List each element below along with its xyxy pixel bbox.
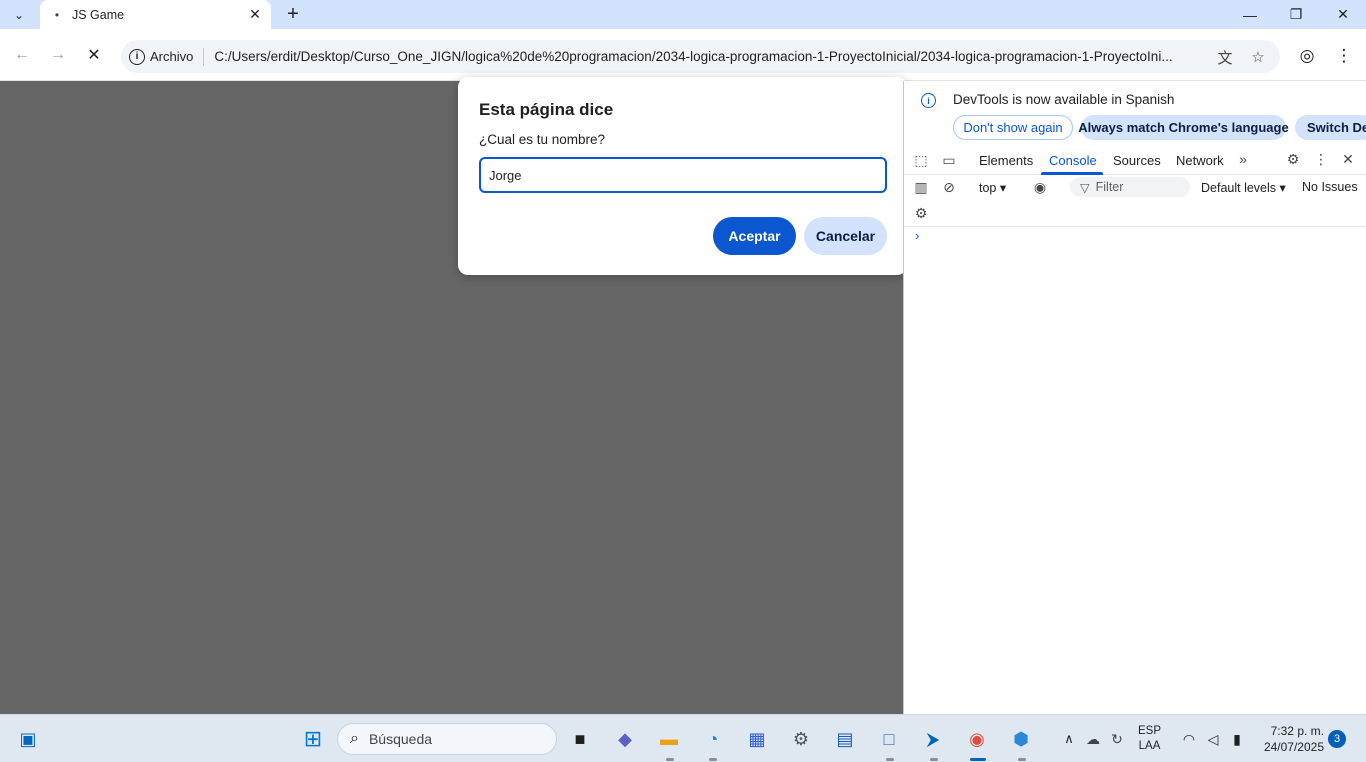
stop-button[interactable]: ✕ — [82, 43, 106, 67]
loading-icon: • — [54, 7, 60, 22]
devtools-language-infobar: i DevTools is now available in Spanish D… — [904, 81, 1366, 145]
back-button[interactable]: ← — [10, 43, 34, 67]
bookmark-star-icon[interactable]: ☆ — [1249, 48, 1267, 66]
url-text[interactable]: C:/Users/erdit/Desktop/Curso_One_JIGN/lo… — [214, 49, 1214, 64]
file-scheme-label: Archivo — [150, 49, 194, 64]
minimize-button[interactable]: ― — [1227, 0, 1273, 29]
cancel-button[interactable]: Cancelar — [804, 217, 887, 255]
notification-badge[interactable]: 3 — [1328, 730, 1346, 748]
sidebar-toggle-icon[interactable]: ▥ — [912, 178, 930, 196]
devtools-panel: i DevTools is now available in Spanish D… — [903, 81, 1366, 714]
switch-devtools-button[interactable]: Switch Dev — [1295, 115, 1366, 140]
console-filter-input[interactable]: ▽ Filter — [1070, 177, 1190, 197]
clock-date: 24/07/2025 — [1263, 740, 1324, 754]
tab-sources[interactable]: Sources — [1113, 153, 1161, 168]
settings-icon[interactable]: ⚙ — [786, 724, 816, 754]
tab-network[interactable]: Network — [1176, 153, 1224, 168]
info-icon: i — [921, 93, 936, 108]
site-info-icon[interactable]: i — [129, 48, 145, 65]
keyboard-layout: LAA — [1138, 740, 1161, 752]
file-explorer-icon[interactable]: ▬ — [654, 724, 684, 754]
settings-gear-icon[interactable]: ⚙ — [1284, 150, 1302, 168]
remote-desktop-icon[interactable]: □ — [874, 724, 904, 754]
tab-close-icon[interactable]: ✕ — [245, 5, 265, 25]
edge-browser-icon[interactable]: ◔ — [698, 724, 728, 754]
search-icon: ⌕ — [350, 730, 359, 747]
browser-toolbar: ← → ✕ i Archivo C:/Users/erdit/Desktop/C… — [0, 29, 1366, 81]
chrome-icon[interactable]: ◉ — [962, 724, 992, 754]
log-levels-dropdown[interactable]: Default levels ▾ — [1201, 180, 1286, 195]
sync-icon[interactable]: ↻ — [1102, 724, 1132, 754]
close-window-button[interactable]: ✕ — [1320, 0, 1366, 29]
vscode-icon[interactable]: ⮞ — [918, 724, 948, 754]
windows-taskbar: ▣ ⊞ ⌕ Búsqueda ■ ◆ ▬ ◔ ▦ ⚙ ▤ □ ⮞ ◉ ⬢ ∧ ☁… — [0, 714, 1366, 762]
more-tabs-chevron-icon[interactable]: » — [1234, 150, 1252, 168]
issues-counter[interactable]: No Issues — [1302, 180, 1358, 194]
widgets-icon[interactable]: ▣ — [13, 724, 43, 754]
browser-tab[interactable]: • JS Game ✕ — [40, 0, 271, 29]
translate-icon[interactable]: 文 — [1216, 48, 1234, 67]
app-icon[interactable]: ⬢ — [1006, 724, 1036, 754]
new-tab-button[interactable]: + — [282, 2, 304, 26]
system-clock[interactable]: 7:32 p. m. 24/07/2025 — [1258, 723, 1324, 755]
levels-label: Default levels — [1201, 181, 1277, 195]
word-icon[interactable]: ▤ — [830, 724, 860, 754]
menu-kebab-icon[interactable]: ⋮ — [1333, 45, 1355, 67]
dialog-message: ¿Cual es tu nombre? — [479, 132, 606, 147]
input-language-indicator[interactable]: ESP LAA — [1138, 724, 1161, 754]
clock-time: 7:32 p. m. — [1270, 724, 1324, 738]
console-prompt-chevron-icon[interactable]: › — [915, 228, 919, 243]
infobar-text: DevTools is now available in Spanish — [953, 92, 1175, 107]
running-indicator — [1018, 758, 1026, 761]
tab-elements[interactable]: Elements — [979, 153, 1033, 168]
running-indicator — [709, 758, 717, 761]
restore-button[interactable]: ❐ — [1273, 0, 1319, 29]
tab-title: JS Game — [72, 7, 125, 22]
device-toolbar-icon[interactable]: ▭ — [940, 151, 958, 169]
language-code: ESP — [1138, 725, 1162, 737]
tab-search-chevron-icon[interactable]: ⌄ — [6, 4, 32, 26]
console-divider — [904, 226, 1366, 227]
name-input[interactable] — [479, 157, 887, 193]
devtools-menu-icon[interactable]: ⋮ — [1312, 150, 1330, 168]
console-settings-icon[interactable]: ⚙ — [912, 204, 930, 222]
clear-console-icon[interactable]: ⊘ — [940, 178, 958, 196]
tab-strip: ⌄ • JS Game ✕ + ― ❐ ✕ — [0, 0, 1366, 29]
close-devtools-icon[interactable]: ✕ — [1339, 150, 1357, 168]
running-indicator — [666, 758, 674, 761]
active-app-indicator — [970, 758, 986, 761]
accept-button[interactable]: Aceptar — [713, 217, 796, 255]
teams-chat-icon[interactable]: ◆ — [610, 724, 640, 754]
dont-show-again-button[interactable]: Don't show again — [953, 115, 1073, 140]
task-view-icon[interactable]: ■ — [565, 724, 595, 754]
microsoft-store-icon[interactable]: ▦ — [742, 724, 772, 754]
forward-button[interactable]: → — [46, 43, 70, 67]
tab-console[interactable]: Console — [1049, 153, 1097, 168]
dialog-title: Esta página dice — [479, 100, 614, 119]
filter-icon: ▽ — [1080, 180, 1090, 195]
address-bar[interactable]: i Archivo C:/Users/erdit/Desktop/Curso_O… — [121, 40, 1280, 73]
running-indicator — [886, 758, 894, 761]
battery-icon[interactable]: ▮ — [1222, 724, 1252, 754]
filter-placeholder: Filter — [1095, 180, 1124, 194]
profile-icon[interactable]: ◎ — [1296, 45, 1318, 67]
devtools-tabbar: ⬚ ▭ Elements Console Sources Network » ⚙… — [904, 145, 1366, 175]
taskbar-search-box[interactable]: ⌕ Búsqueda — [337, 723, 557, 755]
prompt-dialog: Esta página dice ¿Cual es tu nombre? Ace… — [458, 77, 907, 275]
search-placeholder: Búsqueda — [368, 731, 433, 747]
live-expression-eye-icon[interactable]: ◉ — [1031, 178, 1049, 196]
start-windows-icon[interactable]: ⊞ — [298, 724, 328, 754]
omnibox-divider — [203, 47, 205, 66]
context-value: top — [979, 181, 997, 195]
context-selector[interactable]: top ▾ — [979, 180, 1006, 195]
running-indicator — [930, 758, 938, 761]
always-match-language-button[interactable]: Always match Chrome's language — [1078, 115, 1289, 140]
inspect-element-icon[interactable]: ⬚ — [912, 151, 930, 169]
